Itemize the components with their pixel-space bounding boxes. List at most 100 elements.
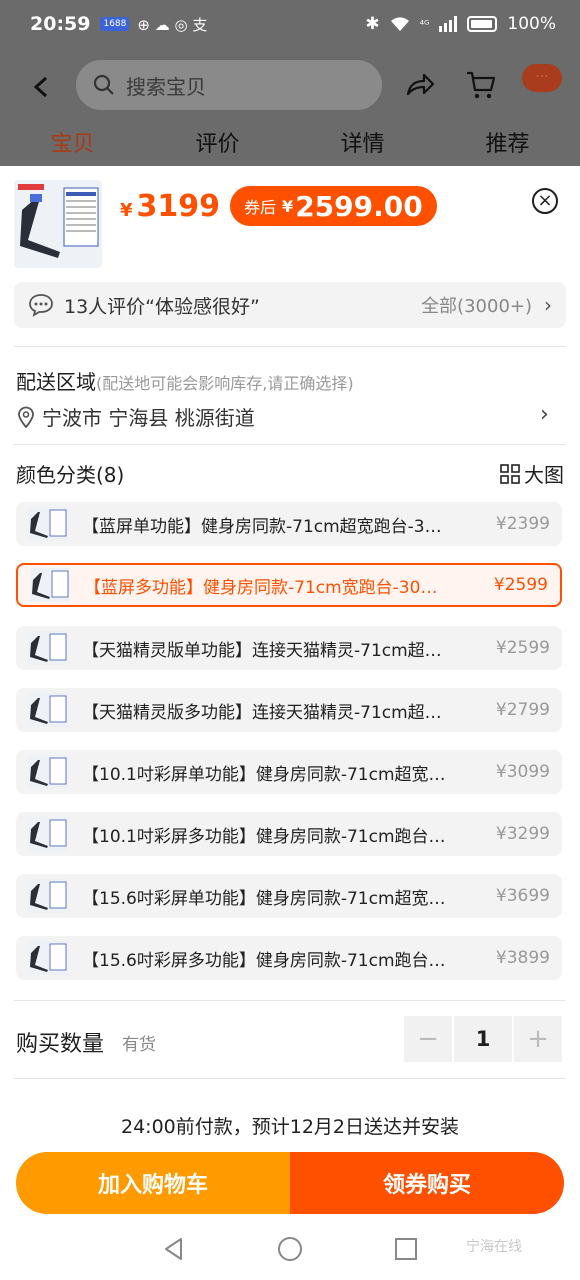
sku-option[interactable]: 【蓝屏单功能】健身房同款-71cm超宽跑台-3… ¥2399 [16,502,562,546]
app-1688-icon: 1688 [100,17,130,31]
option-name: 【15.6吋彩屏单功能】健身房同款-71cm超宽… [82,888,446,909]
share-button[interactable] [402,68,436,102]
option-thumbnail-icon [28,693,68,727]
price-currency: ¥ [120,199,133,221]
delivery-note: (配送地可能会影响库存,请正确选择) [96,374,354,393]
option-thumbnail-icon [28,817,68,851]
option-name: 【15.6吋彩屏多功能】健身房同款-71cm跑台… [82,950,446,971]
divider [14,1000,566,1001]
battery-icon [467,16,498,32]
nav-home-icon[interactable] [277,1236,303,1262]
cart-icon [467,71,496,99]
option-price: ¥2599 [495,638,550,658]
sku-option[interactable]: 【10.1吋彩屏多功能】健身房同款-71cm跑台… ¥3299 [16,812,562,856]
option-price: ¥3299 [495,824,550,844]
option-name: 【10.1吋彩屏多功能】健身房同款-71cm跑台… [82,826,446,847]
coupon-price-badge: 券后 ¥ 2599.00 [230,186,437,226]
sku-option[interactable]: 【10.1吋彩屏单功能】健身房同款-71cm超宽… ¥3099 [16,750,562,794]
notification-icons: 1688 ⊕ ☁ ◎ 支 [100,14,207,35]
tab-reviews[interactable]: 评价 [145,124,290,166]
comment-icon [29,294,53,317]
tab-product[interactable]: 宝贝 [0,124,145,166]
coupon-currency: ¥ [282,196,294,216]
watermark: 宁海在线 [466,1239,522,1255]
delivery-address-row[interactable]: 宁波市 宁海县 桃源街道 [16,402,255,431]
option-thumbnail-icon [28,879,68,913]
review-summary-text: 13人评价“体验感很好” [64,295,260,318]
signal-icon [439,16,458,32]
sku-option[interactable]: 【15.6吋彩屏单功能】健身房同款-71cm超宽… ¥3699 [16,874,562,918]
option-thumbnail-icon [28,941,68,975]
product-thumbnail[interactable] [14,180,102,268]
big-picture-label: 大图 [524,463,564,487]
product-tabs: 宝贝 评价 详情 推荐 [0,124,580,166]
price-value: 3199 [136,188,221,224]
option-name: 【天猫精灵版多功能】连接天猫精灵-71cm超… [82,702,442,723]
divider [14,1078,566,1079]
review-summary-bar[interactable]: 13人评价“体验感很好” 全部(3000+) › [14,282,566,328]
back-button[interactable] [24,70,58,104]
nav-back-icon[interactable] [161,1236,187,1262]
option-thumbnail-icon [28,631,68,665]
location-pin-icon [18,406,34,428]
close-button[interactable]: × [532,188,558,214]
delivery-promise: 24:00前付款，预计12月2日送达并安装 [120,1116,460,1138]
action-bar: 加入购物车 领券购买 [16,1152,564,1214]
decrease-button[interactable]: − [404,1016,452,1062]
system-icons: ✱ ⁴ᴳ 100% [365,14,556,34]
divider [14,346,566,347]
quantity-value[interactable]: 1 [454,1016,512,1062]
tab-details[interactable]: 详情 [290,124,435,166]
original-price: ¥ 3199 [120,189,220,224]
sku-option[interactable]: 【15.6吋彩屏多功能】健身房同款-71cm跑台… ¥3899 [16,936,562,980]
option-thumbnail-icon [30,568,70,602]
status-bar: 20:59 1688 ⊕ ☁ ◎ 支 ✱ ⁴ᴳ 100% [0,0,580,48]
option-name: 【蓝屏多功能】健身房同款-71cm宽跑台-30… [84,577,438,598]
nav-recents-icon[interactable] [393,1236,419,1262]
option-price: ¥3099 [495,762,550,782]
product-header: 搜索宝贝 ··· 宝贝 评价 详情 推荐 [0,48,580,166]
chevron-left-icon [33,76,48,98]
sku-option[interactable]: 【天猫精灵版单功能】连接天猫精灵-71cm超… ¥2599 [16,626,562,670]
coupon-label: 券后 [244,198,277,217]
grid-icon [500,463,520,484]
add-to-cart-button[interactable]: 加入购物车 [16,1152,290,1214]
divider [14,444,566,445]
review-all-count: 全部(3000+) [421,296,532,317]
option-price: ¥2599 [493,575,548,595]
status-time: 20:59 [30,13,91,35]
big-picture-toggle[interactable]: 大图 [500,459,564,488]
tab-recommend[interactable]: 推荐 [435,124,580,166]
buy-with-coupon-button[interactable]: 领券购买 [290,1152,564,1214]
option-price: ¥2399 [495,514,550,534]
price-row: ¥ 3199 券后 ¥ 2599.00 [120,186,437,226]
quantity-stepper: − 1 + [404,1016,562,1062]
search-icon [93,74,114,95]
option-price: ¥2799 [495,700,550,720]
option-price: ¥3699 [495,886,550,906]
bluetooth-icon: ✱ [365,14,380,34]
chevron-right-icon: › [540,402,549,427]
network-label: ⁴ᴳ [419,17,430,31]
quantity-label: 购买数量 [16,1032,105,1057]
delivery-address: 宁波市 宁海县 桃源街道 [42,406,255,430]
stock-status: 有货 [122,1035,156,1055]
option-name: 【10.1吋彩屏单功能】健身房同款-71cm超宽… [82,764,446,785]
more-button[interactable]: ··· [522,64,562,92]
sku-option-selected[interactable]: 【蓝屏多功能】健身房同款-71cm宽跑台-30… ¥2599 [16,563,562,607]
search-input[interactable]: 搜索宝贝 [76,60,382,110]
close-icon: × [537,190,553,211]
notification-glyphs: ⊕ ☁ ◎ 支 [137,15,208,34]
option-name: 【蓝屏单功能】健身房同款-71cm超宽跑台-3… [82,516,442,537]
search-placeholder: 搜索宝贝 [126,74,206,99]
increase-button[interactable]: + [514,1016,562,1062]
sku-option[interactable]: 【天猫精灵版多功能】连接天猫精灵-71cm超… ¥2799 [16,688,562,732]
cart-button[interactable] [464,68,498,102]
chevron-right-icon: › [544,293,552,317]
battery-level: 100% [507,14,556,34]
option-thumbnail-icon [28,507,68,541]
color-category-title: 颜色分类(8) [16,463,125,487]
option-thumbnail-icon [28,755,68,789]
delivery-title: 配送区域 [16,370,96,394]
treadmill-image [14,180,102,268]
